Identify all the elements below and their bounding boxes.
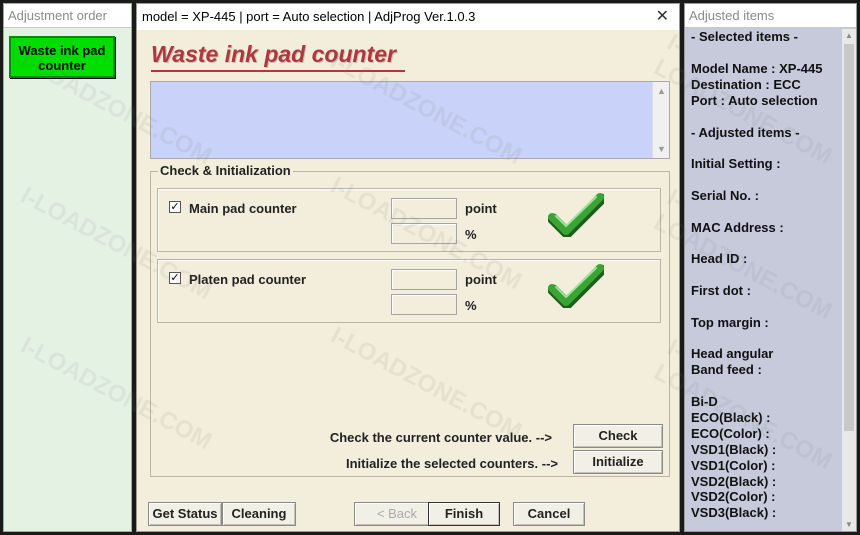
adjusted-items-header: - Adjusted items - — [691, 125, 800, 140]
scroll-down-icon[interactable]: ▼ — [845, 520, 853, 529]
check-hint: Check the current counter value. --> — [329, 430, 552, 445]
first-dot: First dot : — [691, 283, 751, 298]
waste-ink-pad-counter-item[interactable]: Waste ink pad counter — [9, 36, 115, 78]
platen-pad-percent-field[interactable] — [391, 294, 457, 315]
band-feed: Band feed : — [691, 362, 762, 377]
adjustment-order-pane: Adjustment order Waste ink pad counter — [3, 3, 132, 532]
scrollbar-thumb[interactable] — [844, 44, 854, 431]
finish-button[interactable]: Finish — [428, 502, 500, 526]
window-titlebar: model = XP-445 | port = Auto selection |… — [137, 4, 679, 30]
window-title: model = XP-445 | port = Auto selection |… — [142, 9, 476, 24]
scroll-up-icon[interactable]: ▲ — [845, 31, 853, 40]
mac-address: MAC Address : — [691, 220, 784, 235]
checkmark-icon — [548, 193, 604, 237]
vsd1-black: VSD1(Black) : — [691, 442, 777, 457]
scroll-down-icon[interactable]: ▼ — [657, 144, 666, 154]
get-status-button[interactable]: Get Status — [148, 502, 222, 526]
message-textbox[interactable]: ▲ ▼ — [150, 81, 670, 159]
platen-pad-point-field[interactable] — [391, 269, 457, 290]
platen-pad-percent-unit: % — [465, 298, 477, 313]
port: Port : Auto selection — [691, 93, 818, 108]
page-title: Waste ink pad counter — [151, 41, 396, 67]
adjusted-items-title: Adjusted items — [685, 4, 856, 28]
head-id: Head ID : — [691, 251, 748, 266]
cleaning-button[interactable]: Cleaning — [222, 502, 296, 526]
eco-color: ECO(Color) : — [691, 426, 770, 441]
textbox-scrollbar[interactable]: ▲ ▼ — [652, 82, 669, 158]
platen-pad-group: ✓ Platen pad counter point % — [157, 259, 661, 323]
scroll-up-icon[interactable]: ▲ — [657, 86, 666, 96]
platen-pad-checkbox[interactable]: ✓ — [169, 272, 181, 284]
main-pad-point-field[interactable] — [391, 198, 457, 219]
eco-black: ECO(Black) : — [691, 410, 771, 425]
destination: Destination : ECC — [691, 77, 801, 92]
close-icon[interactable]: ✕ — [656, 4, 669, 30]
main-pad-group: ✓ Main pad counter point % — [157, 188, 661, 252]
title-underline — [151, 70, 405, 72]
initial-setting: Initial Setting : — [691, 156, 781, 171]
head-angular: Head angular — [691, 346, 774, 361]
main-pad-percent-field[interactable] — [391, 223, 457, 244]
bi-d: Bi-D — [691, 394, 718, 409]
vsd1-color: VSD1(Color) : — [691, 458, 776, 473]
vsd2-color: VSD2(Color) : — [691, 489, 776, 504]
adjustment-order-title: Adjustment order — [4, 4, 131, 28]
main-window: model = XP-445 | port = Auto selection |… — [136, 3, 680, 532]
platen-pad-label: Platen pad counter — [189, 272, 307, 287]
checkmark-icon — [548, 264, 604, 308]
main-pad-point-unit: point — [465, 201, 497, 216]
top-margin: Top margin : — [691, 315, 769, 330]
platen-pad-point-unit: point — [465, 272, 497, 287]
initialize-button[interactable]: Initialize — [573, 450, 663, 474]
check-init-group-label: Check & Initialization — [158, 163, 293, 178]
serial-no: Serial No. : — [691, 188, 759, 203]
main-pad-label: Main pad counter — [189, 201, 297, 216]
cancel-button[interactable]: Cancel — [513, 502, 585, 526]
vsd3-black: VSD3(Black) : — [691, 505, 777, 520]
adjusted-items-scrollbar[interactable]: ▲ ▼ — [842, 29, 856, 531]
check-button[interactable]: Check — [573, 424, 663, 448]
selected-items-header: - Selected items - — [691, 29, 798, 44]
vsd2-black: VSD2(Black) : — [691, 474, 777, 489]
initialize-hint: Initialize the selected counters. --> — [345, 456, 558, 471]
adjusted-items-pane: Adjusted items - Selected items - Model … — [684, 3, 857, 532]
model-name: Model Name : XP-445 — [691, 61, 823, 76]
main-pad-percent-unit: % — [465, 227, 477, 242]
main-pad-checkbox[interactable]: ✓ — [169, 201, 181, 213]
